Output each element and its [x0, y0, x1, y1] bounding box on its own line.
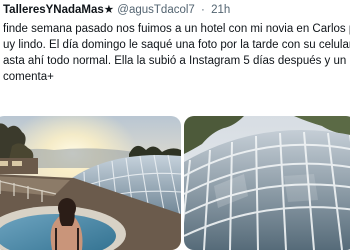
display-name[interactable]: TalleresYNadaMas★: [3, 4, 114, 16]
user-handle[interactable]: @agusTdacol7: [117, 4, 195, 16]
tweet-text: finde semana pasado nos fuimos a un hote…: [3, 21, 350, 85]
separator-dot: ·: [201, 4, 205, 16]
tweet-timestamp[interactable]: 21h: [211, 4, 230, 16]
tweet-header: TalleresYNadaMas★ @agusTdacol7 · 21h: [0, 0, 350, 20]
tweet-text-line: uy lindo. El día domingo le saqué una fo…: [3, 39, 350, 51]
tweet-text-line: comenta+: [3, 71, 54, 83]
hotel-pool-sunset-photo[interactable]: [0, 116, 181, 250]
tweet-media-grid: [0, 116, 350, 250]
tweet-text-line: finde semana pasado nos fuimos a un hote…: [3, 23, 350, 35]
tweet-text-line: asta ahí todo normal. Ella la subió a In…: [3, 55, 350, 67]
glass-dome-pool-photo[interactable]: [184, 116, 350, 250]
